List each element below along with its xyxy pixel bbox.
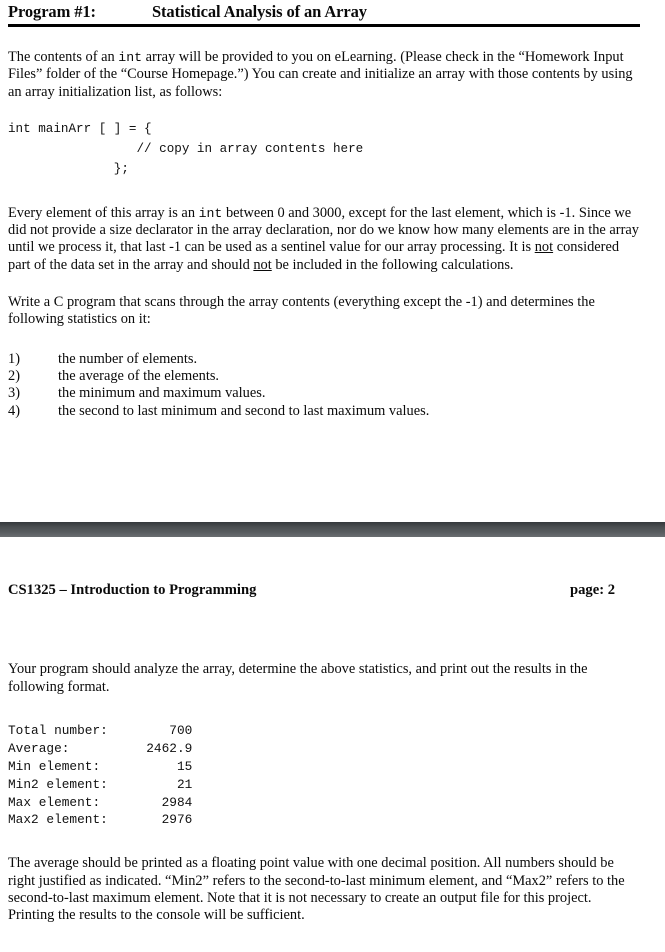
inline-code-int-2: int	[198, 205, 223, 221]
document-page-1: Program #1: Statistical Analysis of an A…	[0, 0, 665, 420]
list-item-label: the minimum and maximum values.	[58, 385, 266, 402]
output-format-paragraph: Your program should analyze the array, d…	[8, 661, 588, 695]
emphasis-not-1: not	[534, 239, 554, 256]
assignment-paragraph: Write a C program that scans through the…	[8, 294, 595, 328]
page-number: page: 2	[570, 582, 615, 599]
intro-text-part1: The contents of an	[8, 49, 119, 65]
list-item-number: 1)	[8, 350, 20, 367]
list-item: 3) the minimum and maximum values.	[0, 385, 665, 402]
page-title: Program #1: Statistical Analysis of an A…	[0, 0, 665, 22]
list-item: 2) the average of the elements.	[0, 368, 665, 385]
sentinel-text-part4: be included in the following calculation…	[271, 256, 514, 273]
list-item: 1) the number of elements.	[0, 351, 665, 368]
code-block-array-init: int mainArr [ ] = { // copy in array con…	[8, 121, 364, 176]
list-item-label: the second to last minimum and second to…	[58, 402, 430, 419]
emphasis-not-2: not	[253, 256, 272, 273]
page2-top-whitespace	[0, 537, 665, 582]
list-item-label: the average of the elements.	[58, 368, 220, 385]
list-item: 4) the second to last minimum and second…	[0, 403, 665, 420]
document-page-2: CS1325 – Introduction to Programming pag…	[0, 537, 665, 924]
intro-paragraph: The contents of an int array will be pro…	[0, 49, 665, 101]
list-item-number: 2)	[8, 368, 20, 385]
page-header: CS1325 – Introduction to Programming pag…	[0, 582, 665, 599]
page-separator-band	[0, 522, 665, 538]
sentinel-text-part1: Every element of this array is an	[8, 204, 199, 221]
title-label: Program #1:	[8, 2, 96, 21]
list-item-number: 3)	[8, 385, 20, 402]
course-title: CS1325 – Introduction to Programming	[8, 582, 257, 599]
inline-code-int: int	[118, 50, 143, 65]
formatting-notes-paragraph: The average should be printed as a float…	[8, 855, 625, 924]
title-main: Statistical Analysis of an Array	[151, 2, 367, 21]
list-item-number: 4)	[8, 402, 20, 419]
sentinel-paragraph: Every element of this array is an int be…	[0, 205, 665, 274]
sample-output-block: Total number: 700 Average: 2462.9 Min el…	[8, 722, 193, 828]
statistics-list: 1) the number of elements. 2) the averag…	[0, 351, 665, 421]
list-item-label: the number of elements.	[58, 350, 198, 367]
page1-bottom-whitespace	[0, 420, 665, 522]
